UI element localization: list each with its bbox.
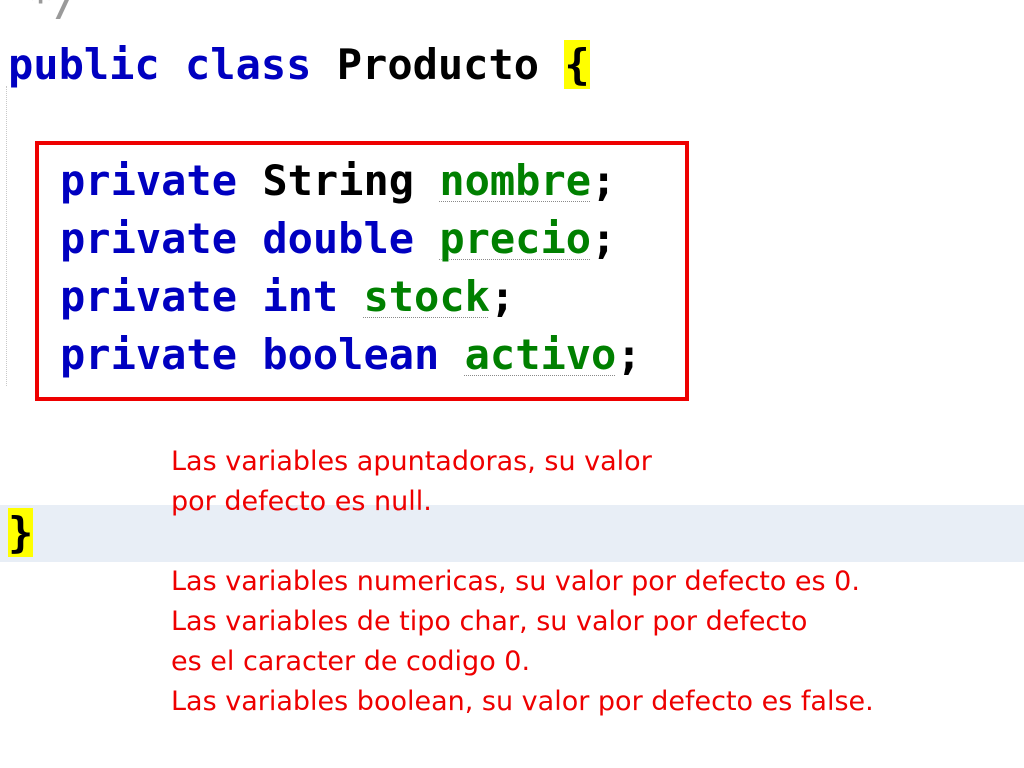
- field-name: stock: [363, 272, 490, 321]
- field-type: int: [262, 272, 339, 321]
- note-line: por defecto es null.: [171, 486, 432, 517]
- class-declaration-line[interactable]: public class Producto {: [8, 36, 590, 94]
- field-line-activo[interactable]: private boolean activo;: [60, 326, 642, 384]
- note-line: Las variables boolean, su valor por defe…: [171, 686, 874, 717]
- field-name: activo: [464, 330, 617, 379]
- field-line-nombre[interactable]: private String nombre;: [60, 152, 642, 210]
- comment-end-fragment: */: [28, 0, 79, 25]
- note-line: Las variables numericas, su valor por de…: [171, 566, 860, 597]
- class-closing-line[interactable]: }: [8, 504, 34, 562]
- field-modifier: private: [60, 330, 238, 379]
- field-name: precio: [439, 214, 592, 263]
- note-line: Las variables de tipo char, su valor por…: [171, 606, 808, 637]
- field-type: boolean: [262, 330, 440, 379]
- field-type: double: [262, 214, 415, 263]
- indent-guide: [6, 86, 7, 386]
- class-name: Producto: [336, 40, 540, 89]
- field-modifier: private: [60, 214, 238, 263]
- field-declarations[interactable]: private String nombre; private double pre…: [60, 152, 642, 384]
- field-type: String: [262, 156, 415, 205]
- semicolon: ;: [616, 330, 642, 379]
- close-brace: }: [8, 508, 34, 557]
- note-line: Las variables apuntadoras, su valor: [171, 446, 652, 477]
- semicolon: ;: [591, 214, 617, 263]
- primitive-defaults-note: Las variables numericas, su valor por de…: [171, 562, 874, 722]
- open-brace: {: [564, 40, 590, 89]
- field-modifier: private: [60, 272, 238, 321]
- field-name: nombre: [439, 156, 592, 205]
- semicolon: ;: [591, 156, 617, 205]
- code-editor[interactable]: */ public class Producto { private Strin…: [0, 0, 1024, 768]
- field-line-stock[interactable]: private int stock;: [60, 268, 642, 326]
- field-line-precio[interactable]: private double precio;: [60, 210, 642, 268]
- semicolon: ;: [489, 272, 516, 321]
- pointer-default-note: Las variables apuntadoras, su valor por d…: [171, 442, 652, 522]
- keyword-class: class: [185, 40, 312, 89]
- note-line: es el caracter de codigo 0.: [171, 646, 531, 677]
- field-modifier: private: [60, 156, 238, 205]
- keyword-public: public: [8, 40, 160, 89]
